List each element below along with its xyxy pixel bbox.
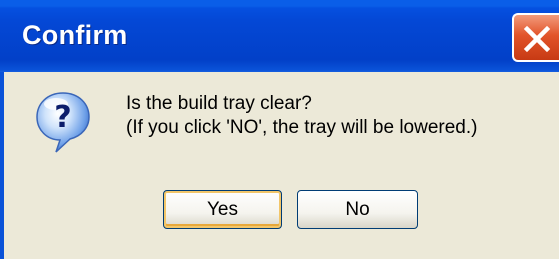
- yes-button[interactable]: Yes: [163, 190, 282, 229]
- close-icon: [523, 25, 551, 53]
- svg-text:?: ?: [54, 100, 71, 135]
- window-border: [0, 72, 4, 259]
- close-button[interactable]: [512, 13, 559, 62]
- confirm-dialog: Confirm ? Is the build tray clear? (If y…: [0, 0, 559, 259]
- dialog-message: Is the build tray clear? (If you click '…: [126, 92, 477, 140]
- message-line-1: Is the build tray clear?: [126, 93, 312, 114]
- window-title: Confirm: [22, 20, 128, 50]
- message-line-2: (If you click 'NO', the tray will be low…: [126, 117, 478, 138]
- question-icon: ?: [34, 90, 92, 154]
- title-bar[interactable]: Confirm: [0, 0, 559, 72]
- no-button[interactable]: No: [297, 190, 418, 229]
